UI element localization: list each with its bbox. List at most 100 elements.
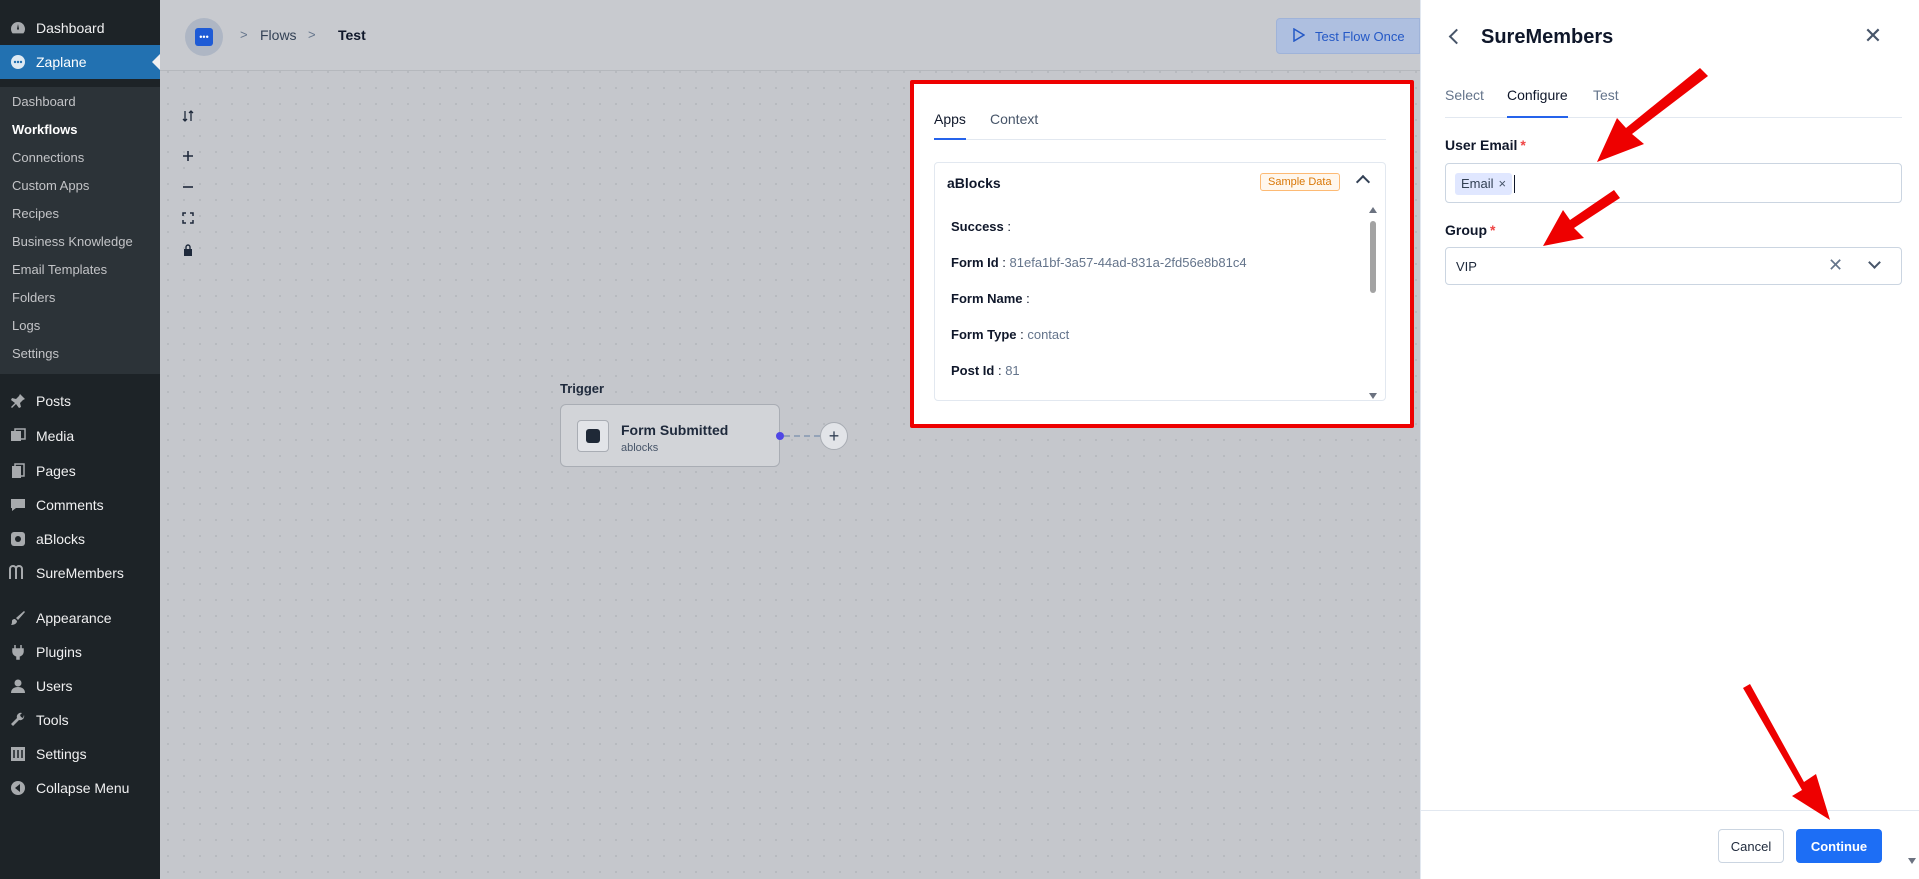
data-field-form-type[interactable]: Form Type : contact: [951, 327, 1069, 342]
text-caret: [1514, 175, 1515, 193]
wp-menu-label: Collapse Menu: [36, 780, 130, 796]
field-value: 81efa1bf-3a57-44ad-831a-2fd56e8b81c4: [1009, 255, 1247, 270]
wp-menu-ablocks[interactable]: aBlocks: [0, 522, 160, 556]
wp-menu-label: Pages: [36, 463, 76, 479]
wp-menu-users[interactable]: Users: [0, 669, 160, 703]
play-icon: [1293, 27, 1306, 45]
breadcrumb-flows[interactable]: Flows: [260, 27, 297, 43]
submenu-recipes[interactable]: Recipes: [12, 204, 59, 224]
clear-icon[interactable]: ✕: [1828, 255, 1843, 276]
wp-menu-label: aBlocks: [36, 531, 86, 547]
submenu-custom-apps[interactable]: Custom Apps: [12, 176, 89, 196]
fit-view-icon[interactable]: [178, 208, 198, 228]
sample-data-badge: Sample Data: [1260, 173, 1340, 191]
zoom-out-icon[interactable]: [178, 177, 198, 197]
zoom-in-icon[interactable]: [178, 146, 198, 166]
close-icon[interactable]: ✕: [1861, 24, 1885, 48]
submenu-dashboard[interactable]: Dashboard: [12, 92, 76, 112]
wp-menu-label: Posts: [36, 393, 72, 409]
data-field-form-name[interactable]: Form Name :: [951, 291, 1030, 306]
trigger-node[interactable]: Form Submitted ablocks: [560, 404, 780, 467]
cancel-button[interactable]: Cancel: [1718, 829, 1784, 863]
wp-menu-label: Zaplane: [36, 54, 87, 70]
wrench-icon: [8, 710, 28, 730]
wp-menu-comments[interactable]: Comments: [0, 488, 160, 522]
submenu-folders[interactable]: Folders: [12, 288, 55, 308]
trigger-title: Form Submitted: [621, 422, 729, 438]
tab-select[interactable]: Select: [1445, 86, 1484, 118]
submenu-email-templates[interactable]: Email Templates: [12, 260, 107, 280]
ablocks-icon: [8, 529, 28, 549]
popup-scrollbar[interactable]: [1367, 205, 1379, 400]
continue-button[interactable]: Continue: [1796, 829, 1882, 863]
user-email-label-text: User Email: [1445, 137, 1518, 153]
pin-icon: [8, 391, 28, 411]
trigger-app-name: ablocks: [621, 442, 659, 454]
remove-token-icon[interactable]: ×: [1499, 176, 1507, 191]
scroll-down-icon[interactable]: [1369, 393, 1377, 399]
data-field-post-id[interactable]: Post Id : 81: [951, 363, 1020, 378]
wp-menu-zaplane[interactable]: Zaplane: [0, 45, 160, 79]
field-value: 81: [1005, 363, 1020, 378]
submenu-logs[interactable]: Logs: [12, 316, 40, 336]
data-picker-popup: Apps Context aBlocks Sample Data Success…: [910, 80, 1414, 428]
email-token-label: Email: [1461, 176, 1494, 191]
zaplane-icon: [8, 52, 28, 72]
wp-menu-posts[interactable]: Posts: [0, 384, 160, 418]
tab-apps[interactable]: Apps: [934, 110, 966, 140]
breadcrumb-current: Test: [338, 27, 366, 43]
add-step-button[interactable]: +: [820, 422, 848, 450]
wp-menu-settings[interactable]: Settings: [0, 737, 160, 771]
app-name[interactable]: aBlocks: [947, 175, 1001, 191]
comment-icon: [8, 495, 28, 515]
layout-icon[interactable]: [178, 106, 198, 126]
wp-menu-dashboard[interactable]: Dashboard: [0, 11, 160, 45]
email-token-chip[interactable]: Email ×: [1455, 173, 1513, 195]
dashboard-icon: [8, 18, 28, 38]
submenu-connections[interactable]: Connections: [12, 148, 84, 168]
tab-configure[interactable]: Configure: [1507, 86, 1568, 118]
submenu-business-knowledge[interactable]: Business Knowledge: [12, 232, 133, 252]
chevron-up-icon[interactable]: [1355, 174, 1371, 190]
wp-admin-sidebar: Dashboard Zaplane Dashboard Workflows Co…: [0, 0, 160, 879]
field-key: Form Type: [951, 327, 1017, 342]
page-scroll-down-icon[interactable]: [1908, 858, 1916, 864]
action-config-panel: SureMembers ✕ Select Configure Test User…: [1420, 0, 1919, 879]
wp-menu-media[interactable]: Media: [0, 419, 160, 453]
submenu-settings[interactable]: Settings: [12, 344, 59, 364]
tab-test[interactable]: Test: [1593, 86, 1619, 118]
back-icon[interactable]: [1448, 28, 1465, 45]
trigger-label: Trigger: [560, 381, 605, 396]
wp-menu-appearance[interactable]: Appearance: [0, 601, 160, 635]
panel-tabs: Select Configure Test: [1445, 86, 1902, 118]
field-key: Success: [951, 219, 1004, 234]
ablocks-app-icon: [577, 420, 609, 452]
data-field-success[interactable]: Success :: [951, 219, 1011, 234]
group-select[interactable]: VIP ✕: [1445, 247, 1902, 285]
submenu-workflows[interactable]: Workflows: [12, 120, 78, 140]
wp-menu-pages[interactable]: Pages: [0, 454, 160, 488]
scroll-up-icon[interactable]: [1369, 207, 1377, 213]
test-flow-label: Test Flow Once: [1315, 28, 1405, 44]
wp-menu-label: Media: [36, 428, 75, 444]
wp-menu-label: Settings: [36, 746, 87, 762]
lock-icon[interactable]: [178, 240, 198, 260]
user-email-field[interactable]: Email ×: [1445, 163, 1902, 203]
popup-tabs: Apps Context: [934, 110, 1386, 140]
group-label: Group *: [1445, 222, 1495, 238]
wp-menu-suremembers[interactable]: SureMembers: [0, 556, 160, 590]
wp-menu-label: Comments: [36, 497, 104, 513]
app-data-section: aBlocks Sample Data Success : Form Id : …: [934, 162, 1386, 401]
wp-menu-plugins[interactable]: Plugins: [0, 635, 160, 669]
pages-icon: [8, 461, 28, 481]
zaplane-logo[interactable]: •••: [185, 18, 223, 56]
chevron-down-icon[interactable]: [1868, 256, 1881, 269]
wp-menu-collapse[interactable]: Collapse Menu: [0, 771, 160, 805]
wp-menu-label: Users: [36, 678, 73, 694]
data-field-form-id[interactable]: Form Id : 81efa1bf-3a57-44ad-831a-2fd56e…: [951, 255, 1247, 270]
node-connector-handle[interactable]: [776, 432, 784, 440]
wp-menu-tools[interactable]: Tools: [0, 703, 160, 737]
tab-context[interactable]: Context: [990, 110, 1038, 140]
test-flow-once-button[interactable]: Test Flow Once: [1276, 18, 1420, 54]
scrollbar-thumb[interactable]: [1370, 221, 1376, 293]
